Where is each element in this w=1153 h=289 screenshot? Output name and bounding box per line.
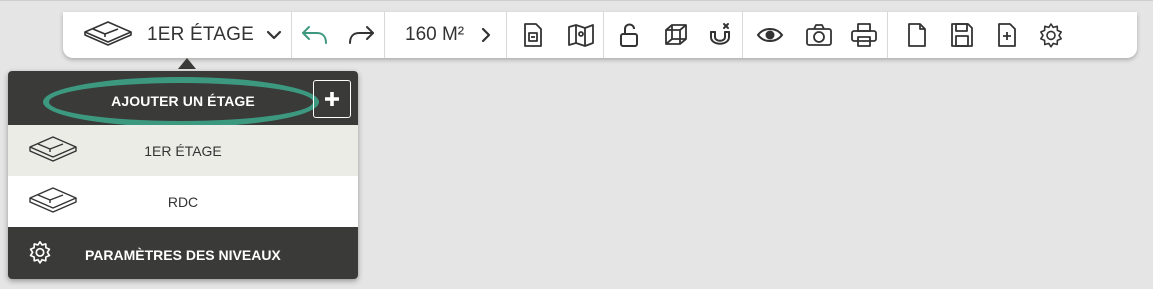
camera-icon[interactable] bbox=[797, 12, 841, 58]
printer-icon[interactable] bbox=[841, 12, 887, 58]
undo-icon[interactable] bbox=[292, 12, 338, 58]
area-value: 160 M² bbox=[405, 24, 465, 45]
eye-icon[interactable] bbox=[743, 12, 797, 58]
floor-plan-icon bbox=[83, 20, 133, 51]
floor-item-1er-etage[interactable]: 1ER ÉTAGE bbox=[8, 125, 358, 176]
add-floor-plus-button[interactable] bbox=[313, 80, 351, 118]
main-toolbar: 1ER ÉTAGE 160 M² bbox=[63, 12, 1137, 58]
gear-icon[interactable] bbox=[1036, 12, 1066, 58]
map-icon[interactable] bbox=[559, 12, 603, 58]
3d-cube-icon[interactable] bbox=[654, 12, 698, 58]
add-floor-header: AJOUTER UN ÉTAGE bbox=[8, 71, 358, 127]
level-settings-label: PARAMÈTRES DES NIVEAUX bbox=[85, 247, 281, 263]
plus-icon bbox=[323, 90, 341, 108]
dropdown-caret bbox=[178, 58, 196, 69]
floor-item-label: 1ER ÉTAGE bbox=[144, 143, 222, 159]
area-display[interactable]: 160 M² bbox=[385, 12, 506, 58]
document-icon[interactable] bbox=[507, 12, 559, 58]
floor-item-rdc[interactable]: RDC bbox=[8, 176, 358, 227]
floor-dropdown-menu: AJOUTER UN ÉTAGE 1ER ÉTAGE RDC PARAMÈTRE… bbox=[8, 71, 358, 279]
top-border bbox=[0, 0, 1153, 1]
chevron-down-icon bbox=[266, 29, 282, 41]
magnet-icon[interactable] bbox=[698, 12, 742, 58]
floor-selector-label: 1ER ÉTAGE bbox=[147, 24, 255, 45]
gear-icon bbox=[28, 240, 52, 269]
floor-item-label: RDC bbox=[167, 194, 199, 210]
unlock-icon[interactable] bbox=[604, 12, 654, 58]
highlight-annotation bbox=[43, 77, 319, 127]
save-icon[interactable] bbox=[946, 12, 978, 58]
floor-selector[interactable]: 1ER ÉTAGE bbox=[63, 12, 291, 58]
add-file-icon[interactable] bbox=[978, 12, 1036, 58]
redo-icon[interactable] bbox=[338, 12, 384, 58]
level-settings-button[interactable]: PARAMÈTRES DES NIVEAUX bbox=[8, 227, 358, 279]
new-file-icon[interactable] bbox=[888, 12, 946, 58]
chevron-right-icon bbox=[480, 27, 492, 43]
